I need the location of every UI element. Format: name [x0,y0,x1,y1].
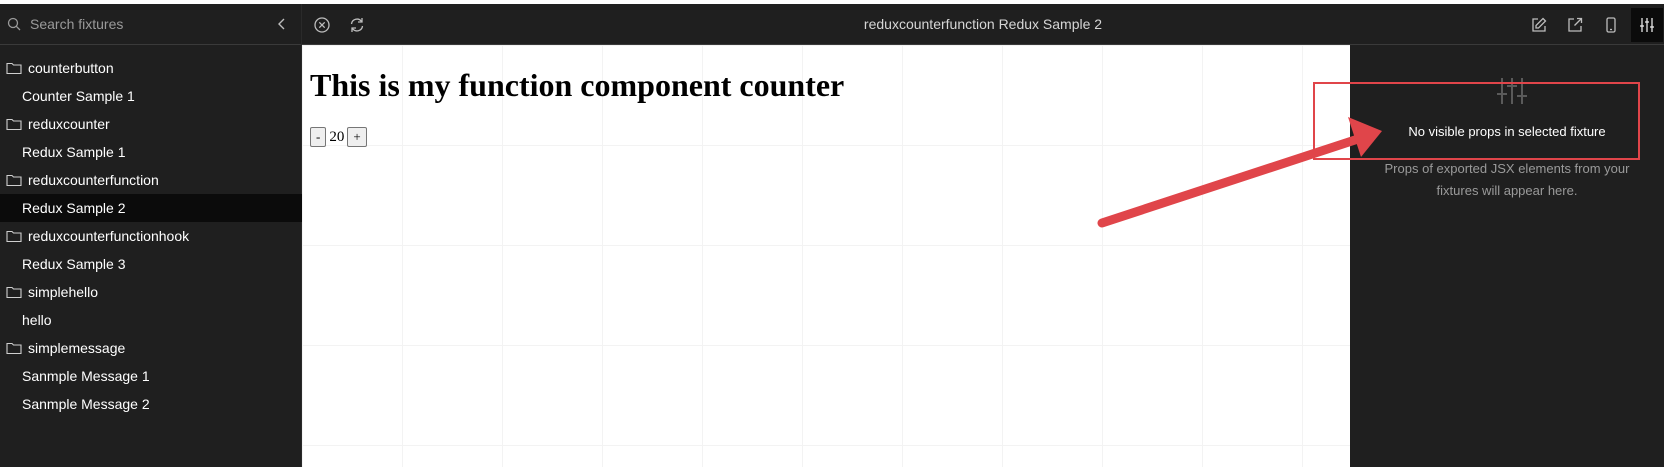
folder-icon [6,230,22,243]
folder-icon [6,174,22,187]
sliders-icon [1640,18,1654,32]
tree-item-label: Counter Sample 1 [22,88,135,104]
tree-item[interactable]: Sanmple Message 2 [0,390,302,418]
props-toggle-button[interactable] [1631,8,1663,42]
preview-heading: This is my function component counter [310,67,845,103]
chevron-left-icon[interactable] [275,17,289,31]
tree-item[interactable]: Sanmple Message 1 [0,362,302,390]
tree-item-label: Redux Sample 3 [22,256,126,272]
tree-item[interactable]: hello [0,306,302,334]
count-value: 20 [329,128,345,145]
fixture-title: reduxcounterfunction Redux Sample 2 [863,16,1103,32]
tree-folder[interactable]: reduxcounterfunction [0,166,302,194]
props-empty-description: Props of exported JSX elements from your… [1384,161,1630,198]
tree-folder[interactable]: simplehello [0,278,302,306]
tree-folder[interactable]: simplemessage [0,334,302,362]
tree-folder-label: simplehello [28,284,99,300]
tree-folder-label: reduxcounterfunctionhook [28,228,190,244]
tree-item[interactable]: Redux Sample 3 [0,250,302,278]
tree-folder-label: counterbutton [28,60,114,76]
folder-icon [6,286,22,299]
cosmos-app: counterbutton Counter Sample 1 reduxcoun… [0,4,1664,467]
tree-folder-label: reduxcounter [28,116,110,132]
decrement-button[interactable]: - [310,127,327,147]
refresh-icon[interactable] [348,16,366,34]
tree-folder-label: reduxcounterfunction [28,172,159,188]
tree-item-label: Sanmple Message 2 [22,396,150,412]
tree-item-selected[interactable]: Redux Sample 2 [0,194,302,222]
edit-icon[interactable] [1530,16,1548,34]
search-bar [0,4,301,45]
tree-folder[interactable]: reduxcounterfunctionhook [0,222,302,250]
mobile-icon[interactable] [1602,16,1620,34]
fixture-preview: This is my function component counter - … [302,45,1350,467]
search-input[interactable] [30,12,260,36]
sidebar: counterbutton Counter Sample 1 reduxcoun… [0,4,302,467]
folder-icon [6,118,22,131]
folder-icon [6,62,22,75]
tree-item-label: Redux Sample 1 [22,144,126,160]
tree-item-label: hello [22,312,52,328]
tree-item-label: Sanmple Message 1 [22,368,150,384]
top-bar: reduxcounterfunction Redux Sample 2 [302,4,1664,45]
increment-button[interactable]: + [347,127,367,147]
counter: - 20 + [310,127,367,147]
close-circle-icon[interactable] [313,16,331,34]
external-link-icon[interactable] [1566,16,1584,34]
tree-folder-label: simplemessage [28,340,126,356]
tree-item[interactable]: Redux Sample 1 [0,138,302,166]
fixture-tree: counterbutton Counter Sample 1 reduxcoun… [0,54,302,418]
tree-item-label: Redux Sample 2 [22,200,126,216]
annotation-highlight-box [1313,82,1640,160]
tree-folder[interactable]: reduxcounter [0,110,302,138]
tree-folder[interactable]: counterbutton [0,54,302,82]
search-icon [7,17,21,31]
tree-item[interactable]: Counter Sample 1 [0,82,302,110]
folder-icon [6,342,22,355]
